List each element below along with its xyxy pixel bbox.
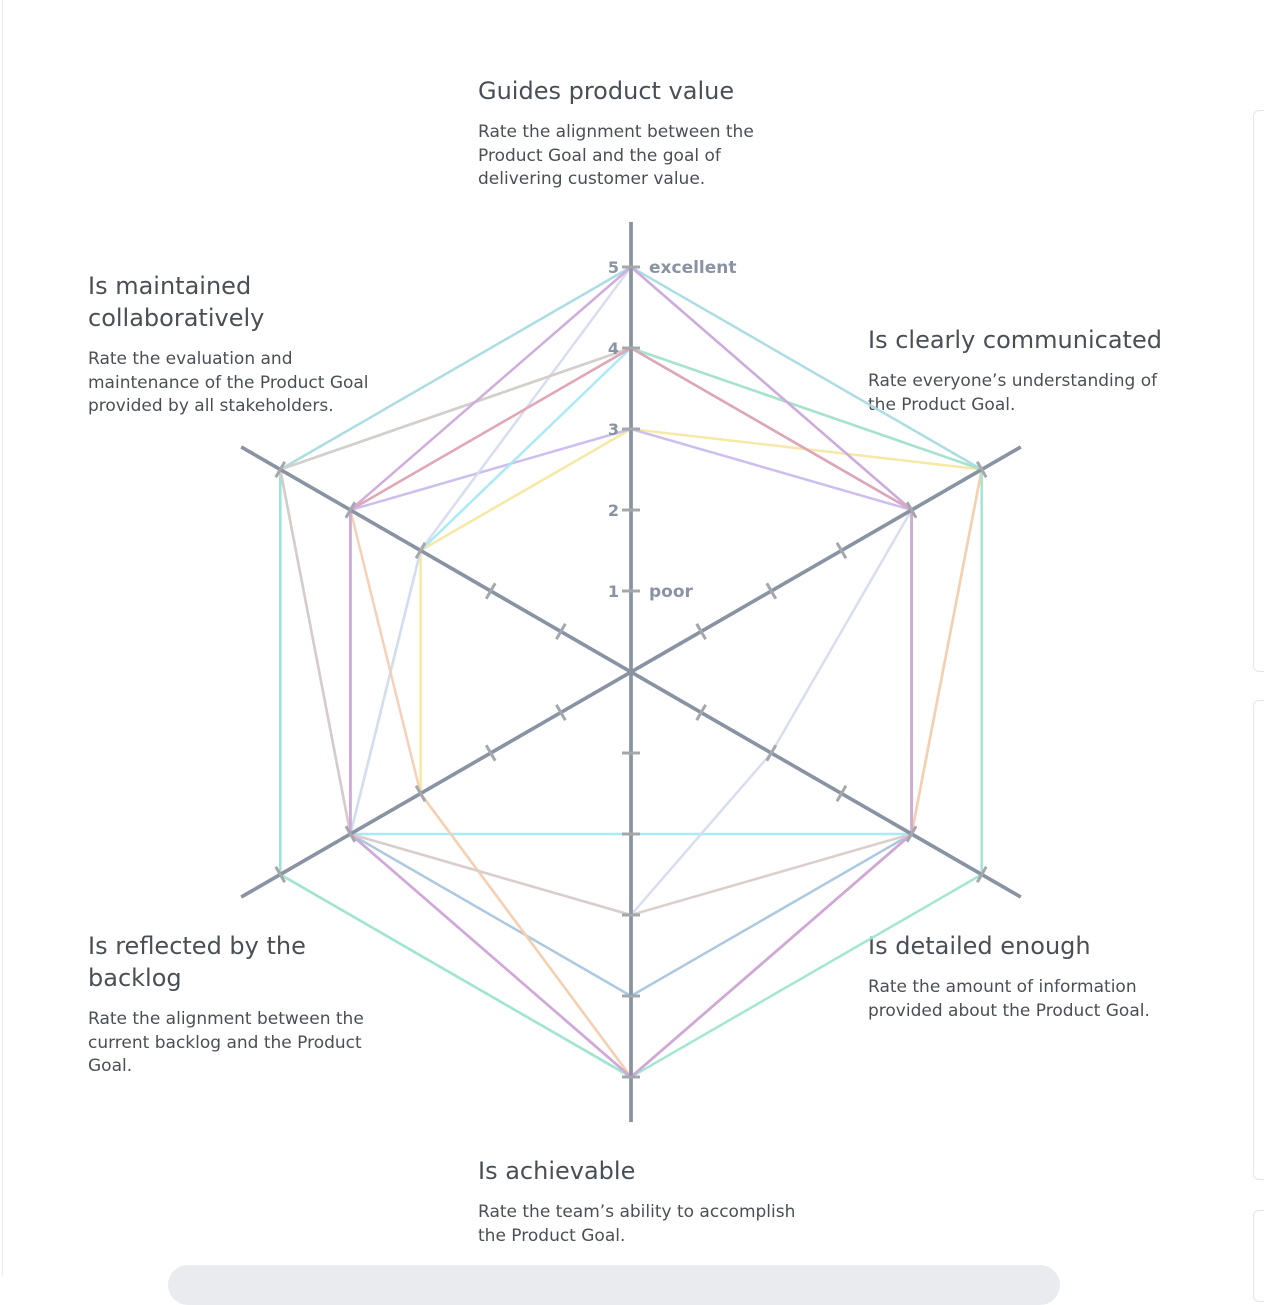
scale-label-excellent: excellent [649, 258, 737, 278]
scale-label-poor: poor [649, 582, 694, 602]
series-line-3 [419, 427, 983, 1079]
tick-label-2: 2 [608, 501, 619, 520]
tick-label-5: 5 [608, 258, 619, 277]
axis-layer [240, 222, 1022, 1122]
tick-label-4: 4 [608, 339, 619, 358]
tick-label-1: 1 [608, 582, 619, 601]
tick-label-3: 3 [608, 420, 619, 439]
radar-chart: excellent poor 1 2 3 4 5 [240, 222, 1022, 1122]
series-line-9 [279, 346, 913, 917]
bottom-bar [168, 1265, 1060, 1305]
